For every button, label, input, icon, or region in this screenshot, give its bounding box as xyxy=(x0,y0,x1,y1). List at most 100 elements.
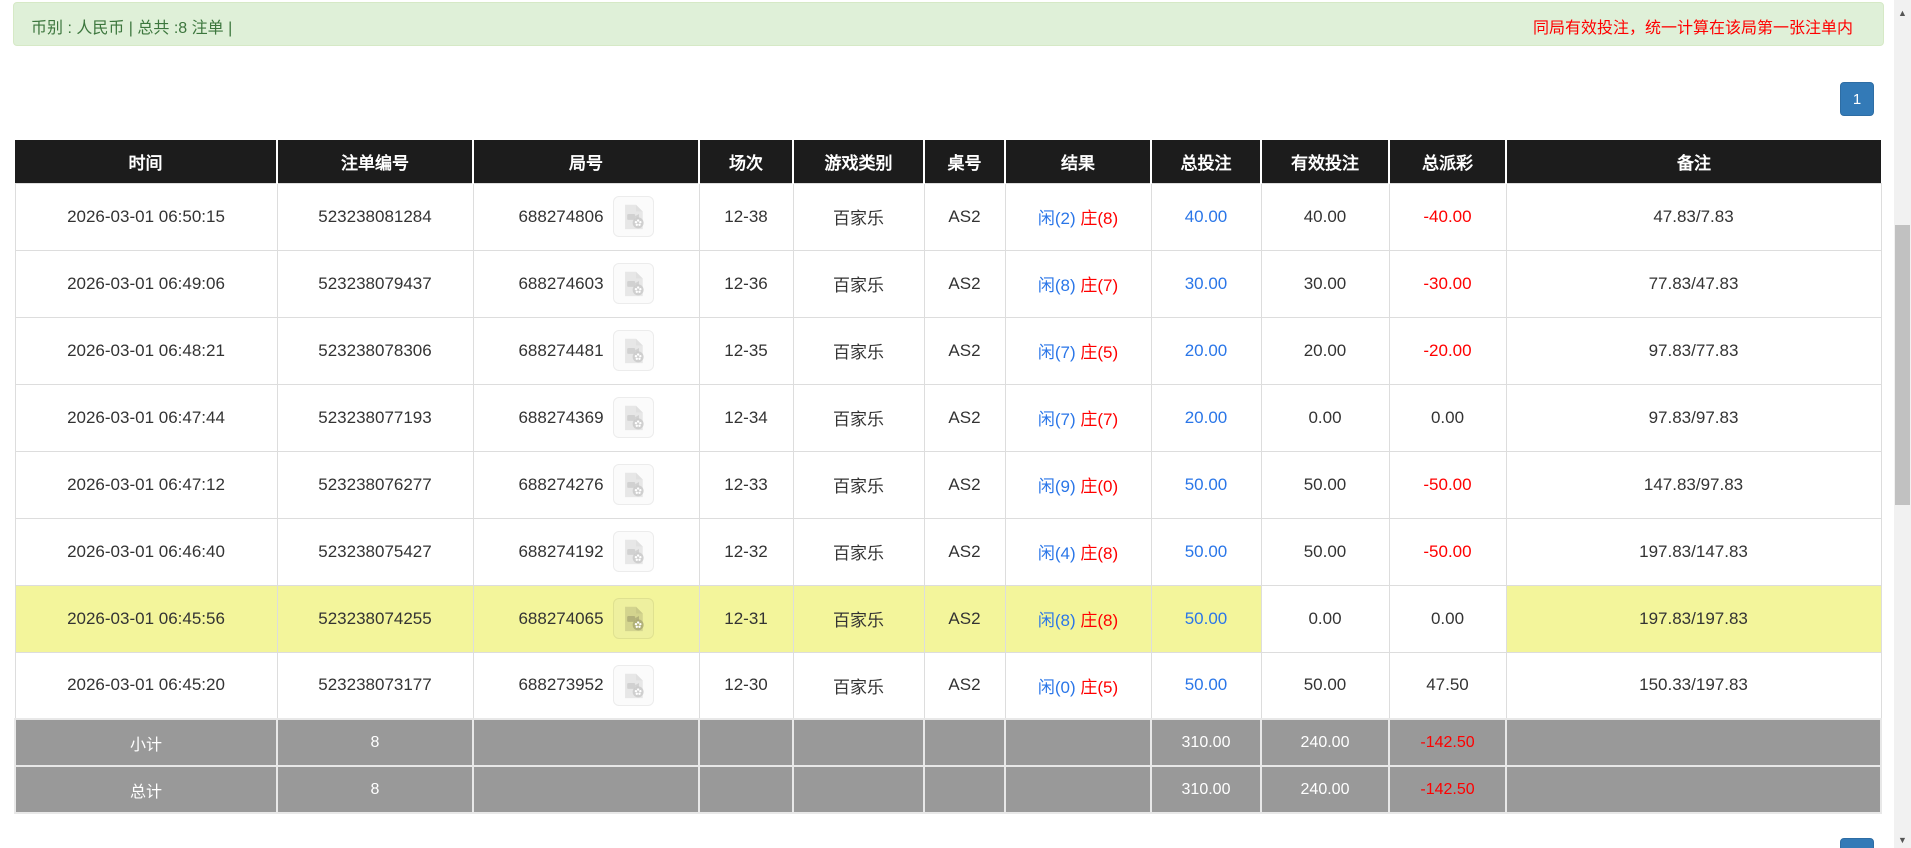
payout-cell: -50.00 xyxy=(1388,450,1507,519)
grand-total-row: 总计 8 310.00 240.00 -142.50 xyxy=(14,765,1882,814)
pagination-page-1-button[interactable]: 1 xyxy=(1840,82,1874,116)
scroll-down-arrow-icon[interactable]: ▼ xyxy=(1894,831,1911,848)
pagination-page-1-button-bottom[interactable]: 1 xyxy=(1840,838,1874,848)
table-row: 2026-03-01 06:47:44 523238077193 6882743… xyxy=(14,383,1882,452)
payout-cell: -20.00 xyxy=(1388,316,1507,385)
empty-cell xyxy=(472,718,700,767)
valid-bet-cell: 50.00 xyxy=(1260,651,1390,720)
scroll-up-arrow-icon[interactable]: ▲ xyxy=(1894,4,1911,21)
table-no-cell: AS2 xyxy=(923,450,1006,519)
time-cell: 2026-03-01 06:47:44 xyxy=(14,383,278,452)
total-bet-link[interactable]: 50.00 xyxy=(1150,584,1262,653)
table-row: 2026-03-01 06:46:40 523238075427 6882741… xyxy=(14,517,1882,586)
video-button[interactable] xyxy=(612,196,654,237)
page: 币别 : 人民币 | 总共 :8 注单 | 同局有效投注，统一计算在该局第一张注… xyxy=(0,0,1911,848)
video-button[interactable] xyxy=(612,531,654,572)
remark-cell: 97.83/77.83 xyxy=(1505,316,1882,385)
empty-cell xyxy=(792,718,925,767)
bet-id-cell: 523238073177 xyxy=(276,651,474,720)
video-button[interactable] xyxy=(612,330,654,371)
empty-cell xyxy=(1505,718,1882,767)
total-bet-link[interactable]: 40.00 xyxy=(1150,182,1262,251)
round-id: 688273952 xyxy=(518,675,604,695)
round-cell: 688274806 xyxy=(472,182,700,251)
video-button[interactable] xyxy=(612,664,654,706)
result-banker: 庄(7) xyxy=(1080,410,1119,429)
header-valid-bet: 有效投注 xyxy=(1260,140,1389,183)
table-no-cell: AS2 xyxy=(923,651,1006,720)
remark-cell: 197.83/147.83 xyxy=(1505,517,1882,586)
time-cell: 2026-03-01 06:48:21 xyxy=(14,316,278,385)
round-id: 688274065 xyxy=(518,608,604,628)
time-cell: 2026-03-01 06:46:40 xyxy=(14,517,278,586)
bet-records-table-wrap: 时间 注单编号 局号 场次 游戏类别 桌号 结果 总投注 有效投注 总派彩 备注… xyxy=(14,140,1882,814)
subtotal-total-bet: 310.00 xyxy=(1150,718,1262,767)
round-id: 688274806 xyxy=(518,206,604,226)
game-type-cell: 百家乐 xyxy=(792,584,925,653)
vertical-scrollbar[interactable]: ▲ ▼ xyxy=(1894,0,1911,848)
video-button[interactable] xyxy=(612,263,654,304)
session-cell: 12-33 xyxy=(698,450,794,519)
result-player: 闲(7) xyxy=(1037,410,1076,429)
result-banker: 庄(8) xyxy=(1080,209,1119,228)
bet-id-cell: 523238076277 xyxy=(276,450,474,519)
empty-cell xyxy=(1004,765,1152,814)
table-row: 2026-03-01 06:47:12 523238076277 6882742… xyxy=(14,450,1882,519)
remark-cell: 77.83/47.83 xyxy=(1505,249,1882,318)
round-cell: 688273952 xyxy=(472,651,700,720)
session-cell: 12-30 xyxy=(698,651,794,720)
session-cell: 12-34 xyxy=(698,383,794,452)
video-file-icon xyxy=(620,203,647,230)
payout-cell: -50.00 xyxy=(1388,517,1507,586)
time-cell: 2026-03-01 06:49:06 xyxy=(14,249,278,318)
video-button[interactable] xyxy=(612,397,654,438)
result-banker: 庄(5) xyxy=(1080,677,1119,697)
video-file-icon xyxy=(620,605,647,632)
video-button[interactable] xyxy=(612,598,654,639)
total-bet-link[interactable]: 30.00 xyxy=(1150,249,1262,318)
video-file-icon xyxy=(620,404,647,431)
time-cell: 2026-03-01 06:45:56 xyxy=(14,584,278,653)
grand-total-label: 总计 xyxy=(14,765,278,814)
video-file-icon xyxy=(620,672,647,699)
remark-cell: 47.83/7.83 xyxy=(1505,182,1882,251)
round-cell: 688274276 xyxy=(472,450,700,519)
subtotal-valid-bet: 240.00 xyxy=(1260,718,1390,767)
result-cell: 闲(2) 庄(8) xyxy=(1004,182,1152,251)
table-no-cell: AS2 xyxy=(923,182,1006,251)
header-result: 结果 xyxy=(1004,140,1151,183)
video-file-icon xyxy=(620,337,647,364)
game-type-cell: 百家乐 xyxy=(792,517,925,586)
round-id: 688274481 xyxy=(518,340,604,360)
round-id: 688274369 xyxy=(518,407,604,427)
scrollbar-thumb[interactable] xyxy=(1895,225,1910,505)
result-banker: 庄(8) xyxy=(1080,611,1119,630)
total-bet-link[interactable]: 20.00 xyxy=(1150,316,1262,385)
round-cell: 688274065 xyxy=(472,584,700,653)
header-session: 场次 xyxy=(698,140,793,183)
total-bet-link[interactable]: 50.00 xyxy=(1150,450,1262,519)
time-cell: 2026-03-01 06:47:12 xyxy=(14,450,278,519)
result-cell: 闲(7) 庄(7) xyxy=(1004,383,1152,452)
session-cell: 12-38 xyxy=(698,182,794,251)
result-banker: 庄(7) xyxy=(1080,276,1119,295)
payout-cell: -40.00 xyxy=(1388,182,1507,251)
grand-total-valid-bet: 240.00 xyxy=(1260,765,1390,814)
result-player: 闲(8) xyxy=(1037,276,1076,295)
round-cell: 688274192 xyxy=(472,517,700,586)
currency-summary-text: 币别 : 人民币 | 总共 :8 注单 | xyxy=(31,20,233,37)
video-button[interactable] xyxy=(612,464,654,505)
bet-id-cell: 523238074255 xyxy=(276,584,474,653)
result-banker: 庄(8) xyxy=(1080,544,1119,563)
total-bet-link[interactable]: 50.00 xyxy=(1150,651,1262,720)
header-table-no: 桌号 xyxy=(923,140,1005,183)
total-bet-link[interactable]: 20.00 xyxy=(1150,383,1262,452)
payout-cell: 0.00 xyxy=(1388,584,1507,653)
round-id: 688274276 xyxy=(518,474,604,494)
result-cell: 闲(9) 庄(0) xyxy=(1004,450,1152,519)
total-bet-link[interactable]: 50.00 xyxy=(1150,517,1262,586)
header-remark: 备注 xyxy=(1505,140,1881,183)
session-cell: 12-31 xyxy=(698,584,794,653)
game-type-cell: 百家乐 xyxy=(792,651,925,720)
valid-bet-cell: 50.00 xyxy=(1260,450,1390,519)
